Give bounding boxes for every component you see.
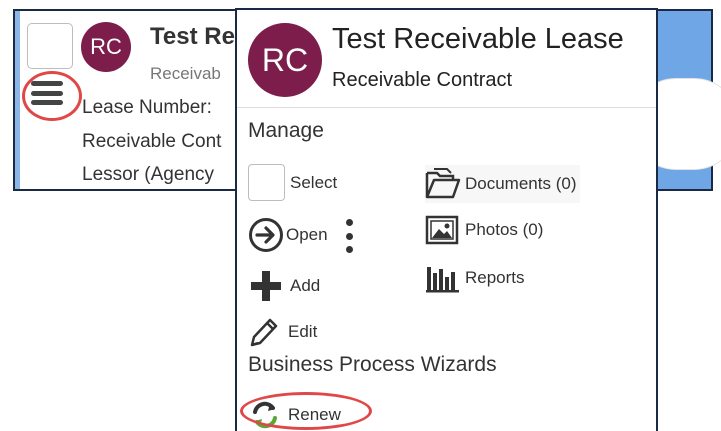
record-field-lease-number: Lease Number:: [82, 97, 212, 118]
reports-action[interactable]: Reports: [425, 263, 525, 293]
open-action[interactable]: Open: [248, 217, 328, 253]
popup-title: Test Receivable Lease: [332, 23, 624, 55]
record-title[interactable]: Test Re: [150, 23, 235, 51]
renew-label: Renew: [288, 405, 341, 424]
photos-action[interactable]: Photos (0): [425, 215, 543, 245]
record-field-receivable-contract: Receivable Cont: [82, 131, 222, 152]
arrow-circle-right-icon: [249, 218, 283, 252]
bar-chart-icon: [426, 267, 459, 293]
select-checkbox-icon[interactable]: [248, 164, 285, 201]
popup-subtitle: Receivable Contract: [332, 69, 513, 91]
record-avatar: RC: [81, 22, 131, 72]
documents-label: Documents (0): [465, 174, 577, 193]
add-label: Add: [290, 276, 321, 295]
actions-popup-menu: RC Test Receivable Lease Receivable Cont…: [235, 8, 658, 431]
manage-section-title: Manage: [248, 119, 324, 142]
select-label: Select: [290, 172, 338, 192]
record-select-checkbox[interactable]: [27, 23, 73, 69]
popup-divider: [237, 107, 656, 108]
open-label: Open: [286, 225, 328, 244]
plus-icon: [251, 271, 281, 301]
wizards-section-title: Business Process Wizards: [248, 353, 497, 376]
record-field-lessor: Lessor (Agency: [82, 164, 215, 185]
pencil-icon: [250, 318, 278, 347]
photo-icon: [425, 215, 459, 245]
select-action[interactable]: Select: [248, 164, 337, 201]
renew-action[interactable]: Renew: [250, 400, 341, 430]
renew-cycle-icon: [253, 401, 277, 429]
edit-label: Edit: [288, 322, 318, 341]
card-accent-left: [15, 11, 20, 189]
folder-open-icon: [425, 168, 461, 199]
popup-avatar: RC: [248, 23, 322, 97]
hamburger-menu-icon[interactable]: [31, 78, 63, 108]
edit-action[interactable]: Edit: [248, 315, 317, 349]
vertical-dots-icon[interactable]: [345, 219, 353, 253]
add-action[interactable]: Add: [248, 268, 320, 304]
documents-action[interactable]: Documents (0): [425, 165, 581, 203]
record-subtitle: Receivab: [150, 64, 221, 83]
photos-label: Photos (0): [465, 220, 544, 239]
reports-label: Reports: [465, 268, 525, 287]
